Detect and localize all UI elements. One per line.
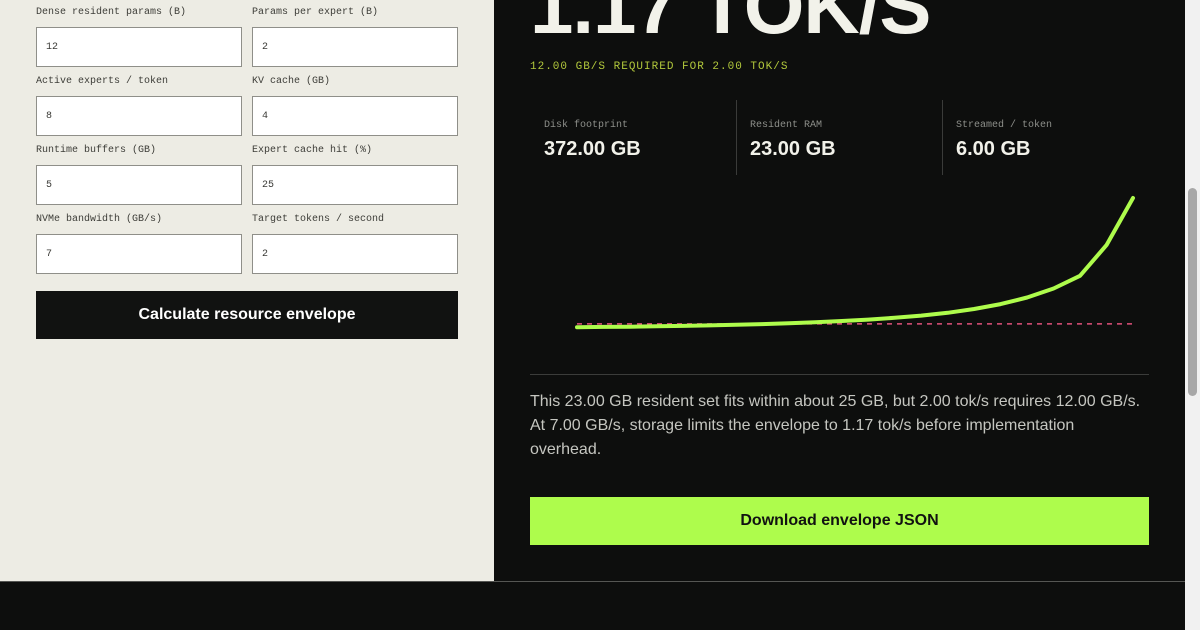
results-panel: 1.17 TOK/S 12.00 GB/S REQUIRED FOR 2.00 … xyxy=(494,0,1185,581)
stat-value: 6.00 GB xyxy=(956,138,1031,160)
stat-disk-footprint: Disk footprint 372.00 GB xyxy=(530,100,736,175)
nvme-bandwidth-input[interactable] xyxy=(36,234,242,274)
download-json-button[interactable]: Download envelope JSON xyxy=(530,497,1149,545)
expert-cache-hit-input[interactable] xyxy=(252,165,458,205)
summary-text: This 23.00 GB resident set fits within a… xyxy=(530,393,1141,458)
field-label: NVMe bandwidth (GB/s) xyxy=(36,214,163,225)
stat-value: 23.00 GB xyxy=(750,138,836,160)
target-tokens-input[interactable] xyxy=(252,234,458,274)
stat-resident-ram: Resident RAM 23.00 GB xyxy=(736,100,942,175)
scrollbar-thumb[interactable] xyxy=(1188,188,1197,396)
footer-band xyxy=(0,581,1185,630)
dense-resident-params-input[interactable] xyxy=(36,27,242,67)
active-experts-input[interactable] xyxy=(36,96,242,136)
field-label: KV cache (GB) xyxy=(252,76,331,87)
field-label: Active experts / token xyxy=(36,76,169,87)
stat-divider xyxy=(942,100,943,175)
stat-divider xyxy=(736,100,737,175)
throughput-headline: 1.17 TOK/S xyxy=(530,0,931,50)
required-bandwidth-note: 12.00 GB/S REQUIRED FOR 2.00 TOK/S xyxy=(530,61,789,73)
envelope-series-line xyxy=(575,196,1135,330)
calculator-form: Dense resident params (B) Params per exp… xyxy=(0,0,494,581)
stat-label: Streamed / token xyxy=(956,120,1053,131)
field-label: Params per expert (B) xyxy=(252,7,379,18)
field-label: Target tokens / second xyxy=(252,214,385,225)
stat-label: Resident RAM xyxy=(750,120,823,131)
calculate-button[interactable]: Calculate resource envelope xyxy=(36,291,458,339)
envelope-chart xyxy=(575,196,1135,330)
stat-value: 372.00 GB xyxy=(544,138,641,160)
params-per-expert-input[interactable] xyxy=(252,27,458,67)
field-label: Dense resident params (B) xyxy=(36,7,187,18)
runtime-buffers-input[interactable] xyxy=(36,165,242,205)
field-label: Expert cache hit (%) xyxy=(252,145,373,156)
kv-cache-input[interactable] xyxy=(252,96,458,136)
stat-label: Disk footprint xyxy=(544,120,629,131)
stat-streamed-per-token: Streamed / token 6.00 GB xyxy=(942,100,1148,175)
chart-divider xyxy=(530,374,1149,375)
field-label: Runtime buffers (GB) xyxy=(36,145,157,156)
